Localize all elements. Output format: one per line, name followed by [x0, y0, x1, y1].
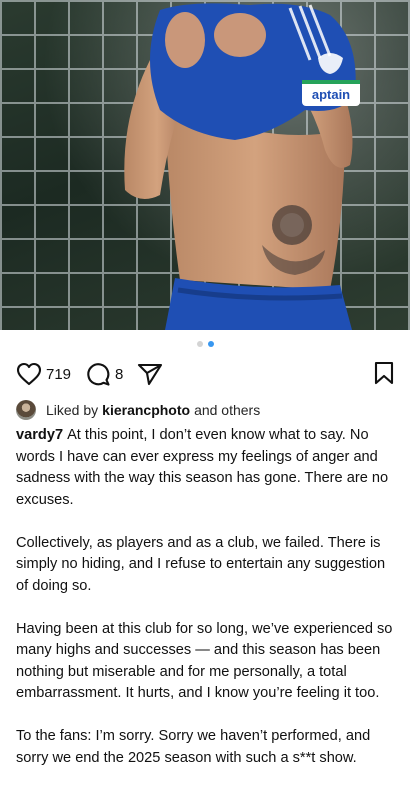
- caption-text-1: At this point, I don’t even know what to…: [16, 427, 389, 508]
- liked-by-prefix: Liked by: [46, 402, 99, 418]
- comments-count: 8: [115, 365, 124, 383]
- likes-count: 719: [46, 365, 72, 383]
- comment-bubble-icon: [85, 361, 111, 387]
- instagram-post: aptain 719 8 Liked by kierancphoto and o…: [0, 0, 410, 766]
- paper-plane-icon: [137, 362, 163, 386]
- caption-username[interactable]: vardy7: [16, 427, 63, 443]
- action-bar: 719 8: [16, 360, 394, 388]
- post-caption: vardy7 At this point, I don’t even know w…: [16, 425, 398, 791]
- left-hand: [165, 12, 205, 68]
- liked-by-username[interactable]: kierancphoto: [102, 402, 190, 418]
- caption-paragraph-1: vardy7 At this point, I don’t even know w…: [16, 425, 398, 511]
- comment-button[interactable]: 8: [85, 361, 123, 387]
- heart-icon: [16, 362, 42, 386]
- caption-paragraph-4: To the fans: I’m sorry. Sorry we haven’t…: [16, 728, 371, 766]
- save-button[interactable]: [374, 361, 394, 390]
- carousel-dot-2-active: [207, 341, 214, 347]
- like-button[interactable]: 719: [16, 362, 71, 386]
- post-photo-illustration: aptain: [0, 0, 410, 330]
- caption-paragraph-3: Having been at this club for so long, we…: [16, 620, 393, 702]
- carousel-indicator: [0, 341, 410, 347]
- avatar: [16, 400, 36, 420]
- bookmark-icon: [374, 361, 394, 389]
- captain-armband-text: aptain: [312, 87, 350, 102]
- carousel-dot-1: [196, 341, 203, 347]
- liked-by-suffix[interactable]: and others: [194, 402, 260, 418]
- liked-by-row[interactable]: Liked by kierancphoto and others: [16, 400, 394, 420]
- torso: [165, 120, 345, 290]
- share-button[interactable]: [137, 362, 163, 386]
- caption-paragraph-2: Collectively, as players and as a club, …: [16, 534, 386, 594]
- right-hand: [214, 13, 266, 57]
- post-photo[interactable]: aptain: [0, 0, 410, 330]
